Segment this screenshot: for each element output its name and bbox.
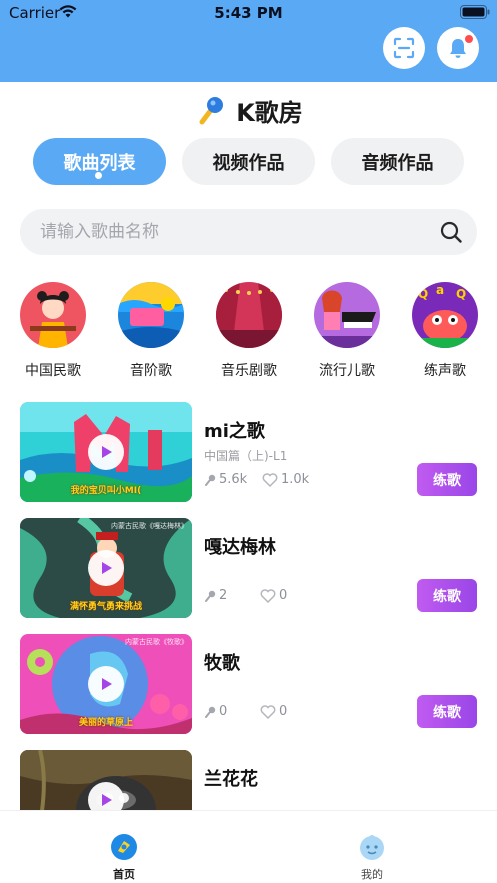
tabbar-home[interactable]: 首页 [84, 833, 164, 882]
play-icon [102, 678, 112, 690]
play-button[interactable] [88, 434, 124, 470]
play-count: 2 [204, 588, 227, 603]
play-count-value: 0 [219, 704, 228, 719]
like-count: 0 [260, 588, 287, 603]
svg-text:Q: Q [418, 287, 428, 301]
song-item-gada-meilin[interactable]: 内蒙古民歌《嘎达梅林》 满怀勇气勇来挑战 嘎达梅林 2 0 练歌 [0, 518, 497, 618]
tabbar-profile[interactable]: 我的 [332, 833, 412, 882]
play-count-value: 5.6k [219, 472, 248, 487]
profile-icon [360, 835, 384, 860]
vocal-practice-icon: QaQ [412, 282, 478, 348]
song-subtitle: 中国篇（上)-L1 [204, 449, 288, 463]
status-bar: Carrier 5:43 PM [0, 0, 497, 26]
home-icon [111, 834, 137, 860]
category-label: 流行儿歌 [319, 363, 375, 379]
search-input[interactable] [40, 209, 430, 255]
category-label: 音乐剧歌 [221, 363, 277, 379]
play-button[interactable] [88, 550, 124, 586]
song-title: 牧歌 [204, 653, 240, 674]
play-icon [102, 562, 112, 574]
play-count: 5.6k [204, 472, 247, 487]
scale-song-icon [118, 282, 184, 348]
play-count-value: 2 [219, 588, 228, 603]
category-vocal-practice[interactable]: QaQ 练声歌 [405, 282, 485, 380]
like-count-value: 0 [279, 704, 288, 719]
practice-button[interactable]: 练歌 [417, 695, 477, 728]
category-musical[interactable]: 音乐剧歌 [209, 282, 289, 380]
page-title: K歌房 [236, 98, 303, 127]
category-label: 中国民歌 [25, 363, 81, 379]
song-item-mi[interactable]: 我的宝贝叫小MI( mi之歌 中国篇（上)-L1 5.6k 1.0k 练歌 [0, 402, 497, 502]
tab-bar: 歌曲列表 视频作品 音频作品 [0, 138, 497, 186]
practice-button[interactable]: 练歌 [417, 579, 477, 612]
thumbnail-caption: 美丽的草原上 [78, 718, 133, 728]
heart-icon[interactable] [260, 588, 276, 603]
song-thumbnail[interactable]: 内蒙古民歌《嘎达梅林》 满怀勇气勇来挑战 [20, 518, 192, 618]
title-row: K歌房 [0, 90, 497, 130]
tab-song-list[interactable]: 歌曲列表 [33, 138, 166, 185]
heart-icon[interactable] [262, 472, 278, 487]
microphone-small-icon [205, 474, 216, 486]
category-pop-kids[interactable]: 流行儿歌 [307, 282, 387, 380]
like-count: 1.0k [262, 472, 309, 487]
notification-badge [465, 35, 473, 43]
tab-video-works[interactable]: 视频作品 [182, 138, 315, 185]
category-scale-song[interactable]: 音阶歌 [111, 282, 191, 380]
play-icon [102, 446, 112, 458]
clock: 5:43 PM [214, 4, 283, 22]
tab-label: 音频作品 [361, 152, 434, 174]
song-title: 兰花花 [204, 769, 258, 790]
scan-icon [393, 37, 415, 59]
category-label: 音阶歌 [130, 363, 172, 379]
tab-audio-works[interactable]: 音频作品 [331, 138, 464, 185]
tab-label: 视频作品 [212, 152, 285, 174]
tab-label: 歌曲列表 [63, 152, 136, 174]
thumbnail-top-caption: 内蒙古民歌《嘎达梅林》 [111, 522, 188, 530]
play-button[interactable] [88, 782, 124, 810]
notification-button[interactable] [437, 27, 479, 69]
heart-icon[interactable] [260, 704, 276, 719]
like-count: 0 [260, 704, 287, 719]
play-count: 0 [204, 704, 227, 719]
tabbar-label: 首页 [113, 868, 135, 881]
category-row: 中国民歌 音阶歌 音乐剧歌 流行儿歌 Q a Q 练声歌 [0, 282, 497, 382]
song-item-mu-ge[interactable]: 内蒙古民歌《牧歌》 美丽的草原上 牧歌 0 0 练歌 [0, 634, 497, 734]
thumbnail-caption: 我的宝贝叫小MI( [70, 486, 142, 496]
practice-button[interactable]: 练歌 [417, 463, 477, 496]
scan-button[interactable] [383, 27, 425, 69]
like-count-value: 1.0k [281, 472, 310, 487]
search-bar [20, 209, 477, 255]
like-count-value: 0 [279, 588, 288, 603]
chinese-folk-icon [20, 282, 86, 348]
thumbnail-top-caption: 内蒙古民歌《牧歌》 [125, 638, 188, 646]
pop-kids-icon [314, 282, 380, 348]
category-label: 练声歌 [424, 363, 466, 379]
microphone-icon [199, 97, 224, 125]
musical-icon [216, 282, 282, 348]
microphone-small-icon [205, 590, 216, 602]
battery-icon [460, 5, 490, 19]
thumbnail-caption: 满怀勇气勇来挑战 [69, 602, 142, 612]
play-button[interactable] [88, 666, 124, 702]
song-list: 我的宝贝叫小MI( mi之歌 中国篇（上)-L1 5.6k 1.0k 练歌 内蒙… [0, 400, 497, 810]
song-title: mi之歌 [204, 421, 265, 442]
play-icon [102, 794, 112, 806]
microphone-small-icon [205, 706, 216, 718]
svg-text:Q: Q [456, 287, 466, 301]
svg-text:a: a [436, 283, 444, 297]
bottom-tab-bar: 首页 我的 [0, 810, 497, 883]
tabbar-label: 我的 [361, 868, 383, 881]
song-thumbnail[interactable]: 我的宝贝叫小MI( [20, 402, 192, 502]
search-icon[interactable] [439, 220, 463, 244]
song-title: 嘎达梅林 [204, 537, 276, 558]
song-item-lan-hua-hua[interactable]: 兰花花 练歌 [0, 750, 497, 810]
active-tab-indicator [95, 172, 102, 179]
song-thumbnail[interactable] [20, 750, 192, 810]
category-chinese-folk[interactable]: 中国民歌 [13, 282, 93, 380]
song-thumbnail[interactable]: 内蒙古民歌《牧歌》 美丽的草原上 [20, 634, 192, 734]
